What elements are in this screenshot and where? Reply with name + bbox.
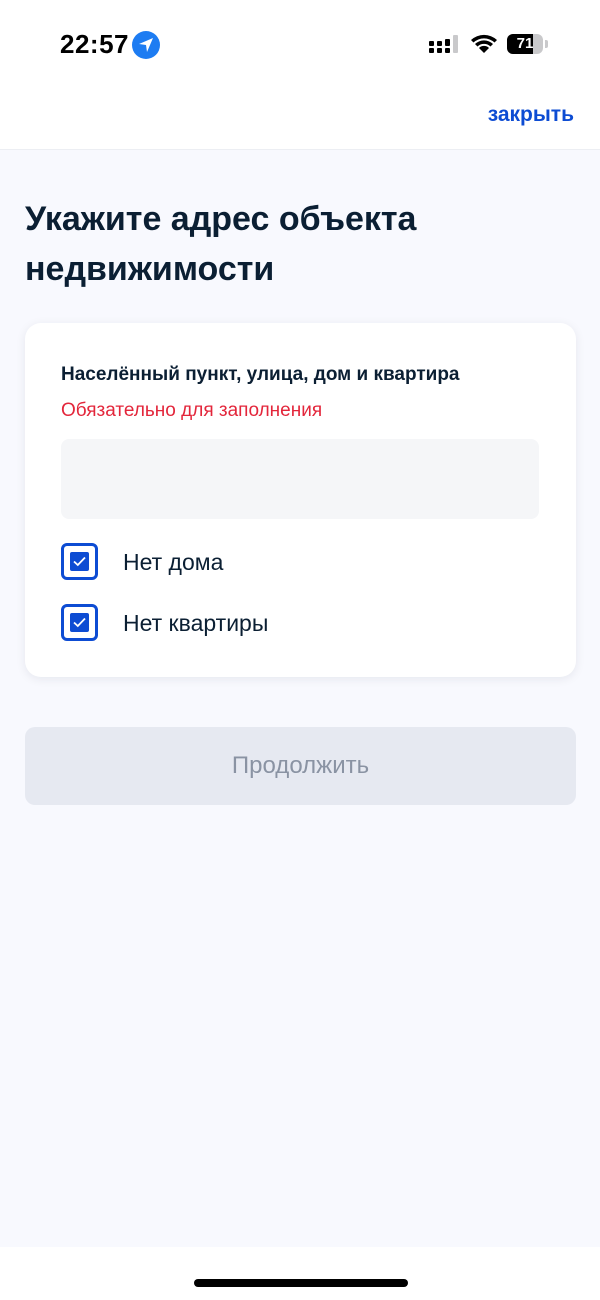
bottom-bar <box>0 1247 600 1300</box>
battery-cap <box>545 40 548 48</box>
checkmark-icon <box>73 617 86 628</box>
location-arrow-icon <box>132 31 160 59</box>
home-indicator[interactable] <box>194 1279 408 1287</box>
no-apartment-checkbox[interactable] <box>61 604 98 641</box>
no-house-label: Нет дома <box>123 549 224 575</box>
battery-level: 71 <box>516 35 534 52</box>
no-apartment-checkbox-row[interactable]: Нет квартиры <box>61 604 461 644</box>
checkbox-checked-fill <box>70 613 89 632</box>
checkmark-icon <box>73 556 86 567</box>
status-time: 22:57 <box>60 29 129 59</box>
continue-button[interactable]: Продолжить <box>25 727 576 805</box>
address-card: Населённый пункт, улица, дом и квартира … <box>25 323 576 677</box>
required-error-text: Обязательно для заполнения <box>61 400 323 421</box>
no-house-checkbox-row[interactable]: Нет дома <box>61 543 461 583</box>
page-title: Укажите адрес объекта недвижимости <box>25 200 417 288</box>
checkbox-checked-fill <box>70 552 89 571</box>
close-link[interactable]: закрыть <box>488 103 574 127</box>
wifi-icon <box>471 34 497 53</box>
cellular-signal-icon <box>429 35 458 53</box>
status-bar: 22:57 71 <box>0 0 600 88</box>
address-field-label: Населённый пункт, улица, дом и квартира <box>61 364 460 385</box>
top-nav-bar: закрыть <box>0 88 600 150</box>
no-apartment-label: Нет квартиры <box>123 610 269 636</box>
battery-icon: 71 <box>507 34 543 54</box>
no-house-checkbox[interactable] <box>61 543 98 580</box>
address-input[interactable] <box>61 439 539 519</box>
